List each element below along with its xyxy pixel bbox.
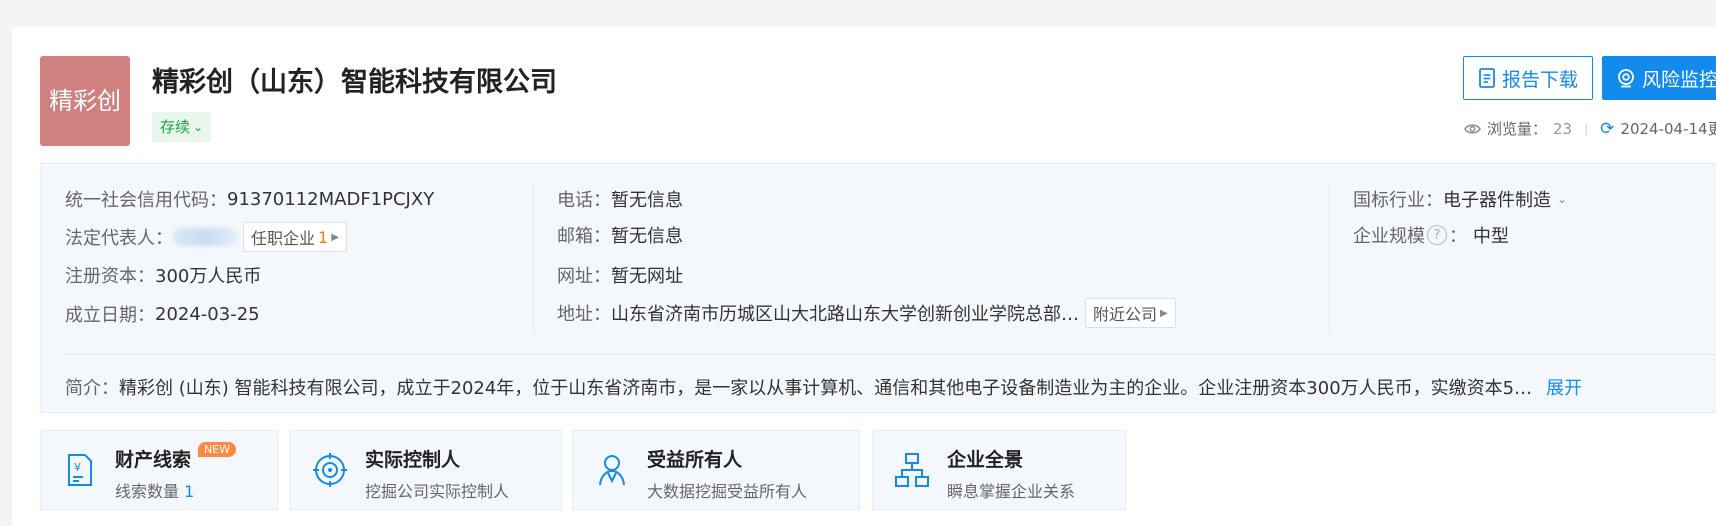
views-count: 23	[1553, 119, 1573, 138]
feature-title: 财产线索	[115, 449, 192, 471]
feature-sub-label: 线索数量	[115, 482, 180, 501]
new-badge: NEW	[198, 442, 237, 457]
intro-label: 简介：	[65, 378, 119, 399]
intro-divider	[65, 354, 1716, 355]
intro-row: 简介： 精彩创 (山东) 智能科技有限公司，成立于2024年，位于山东省济南市，…	[65, 374, 1582, 400]
phone-row: 电话： 暂无信息	[557, 186, 683, 212]
website-row: 网址： 暂无网址	[557, 262, 683, 288]
chevron-down-icon: ⌄	[1557, 192, 1568, 206]
caret-right-icon: ▶	[1160, 307, 1168, 319]
report-download-button[interactable]: 报告下载	[1463, 56, 1593, 100]
status-label: 存续	[160, 118, 191, 136]
credit-code-row: 统一社会信用代码： 91370112MADF1PCJXY	[65, 186, 434, 212]
industry-row[interactable]: 国标行业： 电子器件制造 ⌄	[1353, 186, 1567, 212]
eye-icon	[1464, 124, 1481, 133]
feature-title: 实际控制人	[365, 449, 461, 471]
risk-monitor-button[interactable]: 风险监控	[1602, 56, 1716, 100]
scale-label: 企业规模	[1353, 226, 1425, 247]
info-panel: 统一社会信用代码： 91370112MADF1PCJXY 法定代表人： 任职企业…	[40, 163, 1716, 413]
credit-code-value: 91370112MADF1PCJXY	[227, 188, 435, 210]
document-icon	[1479, 68, 1495, 88]
established-value: 2024-03-25	[155, 303, 260, 325]
nearby-companies-label: 附近公司	[1093, 305, 1158, 324]
feature-subtitle: 挖掘公司实际控制人	[365, 482, 510, 501]
report-download-label: 报告下载	[1501, 68, 1578, 91]
industry-value: 电子器件制造	[1443, 190, 1551, 211]
meta-separator: |	[1584, 121, 1589, 136]
help-icon[interactable]: ?	[1427, 225, 1447, 245]
legal-rep-companies-button[interactable]: 任职企业 1 ▶	[243, 222, 347, 252]
address-row: 地址： 山东省济南市历城区山大北路山东大学创新创业学院总部… 附近公司 ▶	[557, 298, 1176, 328]
feature-sub-count: 1	[184, 482, 195, 501]
feature-card-actual-controller[interactable]: 实际控制人 挖掘公司实际控制人	[290, 430, 562, 510]
industry-label: 国标行业：	[1353, 190, 1443, 211]
legal-rep-label: 法定代表人：	[65, 228, 173, 249]
caret-right-icon: ▶	[331, 231, 339, 243]
person-icon	[599, 455, 625, 486]
phone-label: 电话：	[557, 190, 611, 211]
reg-capital-label: 注册资本：	[65, 266, 155, 287]
address-value: 山东省济南市历城区山大北路山东大学创新创业学院总部…	[611, 304, 1079, 325]
feature-card-beneficial-owner[interactable]: 受益所有人 大数据挖掘受益所有人	[572, 430, 860, 510]
feature-subtitle: 线索数量 1	[115, 478, 194, 502]
website-label: 网址：	[557, 266, 611, 287]
status-badge[interactable]: 存续 ⌄	[152, 112, 212, 142]
feature-card-property-clue[interactable]: ¥ 财产线索 NEW 线索数量 1	[40, 430, 278, 510]
company-logo: 精彩创	[40, 56, 130, 146]
feature-title: 受益所有人	[647, 449, 743, 471]
intro-expand-link[interactable]: 展开	[1546, 374, 1582, 400]
property-clue-icon: ¥	[68, 454, 92, 486]
feature-subtitle: 大数据挖掘受益所有人	[647, 482, 808, 501]
refresh-icon[interactable]: ⟳	[1600, 119, 1614, 139]
legal-rep-tag-count: 1	[318, 227, 329, 247]
scale-row: 企业规模 ? ： 中型	[1353, 222, 1509, 248]
established-row: 成立日期： 2024-03-25	[65, 301, 260, 327]
company-name: 精彩创（山东）智能科技有限公司	[152, 67, 557, 98]
intro-text: 精彩创 (山东) 智能科技有限公司，成立于2024年，位于山东省济南市，是一家以…	[119, 378, 1533, 399]
feature-subtitle: 瞬息掌握企业关系	[947, 482, 1076, 501]
legal-rep-tag-label: 任职企业	[251, 229, 316, 248]
column-divider	[1329, 182, 1330, 332]
established-label: 成立日期：	[65, 305, 155, 326]
page-meta: 浏览量： 23 | ⟳ 2024-04-14更新	[1464, 118, 1716, 139]
reg-capital-value: 300万人民币	[155, 266, 262, 287]
chevron-down-icon: ⌄	[193, 120, 204, 134]
email-value: 暂无信息	[611, 226, 683, 247]
feature-title: 企业全景	[947, 449, 1024, 471]
column-divider	[533, 182, 534, 332]
org-chart-icon	[895, 453, 929, 487]
svg-text:¥: ¥	[74, 461, 81, 474]
target-icon	[313, 453, 347, 487]
legal-rep-name-blurred[interactable]	[173, 228, 237, 246]
risk-monitor-label: 风险监控	[1642, 68, 1716, 91]
reg-capital-row: 注册资本： 300万人民币	[65, 262, 261, 288]
updated-date: 2024-04-14更新	[1620, 120, 1716, 138]
scale-value: 中型	[1473, 226, 1509, 247]
legal-rep-row: 法定代表人： 任职企业 1 ▶	[65, 222, 347, 252]
camera-icon	[1618, 69, 1634, 88]
credit-code-label: 统一社会信用代码：	[65, 190, 227, 211]
email-row: 邮箱： 暂无信息	[557, 222, 683, 248]
nearby-companies-button[interactable]: 附近公司 ▶	[1085, 298, 1176, 328]
feature-card-enterprise-panorama[interactable]: 企业全景 瞬息掌握企业关系	[872, 430, 1126, 510]
scale-colon: ：	[1449, 226, 1467, 247]
address-label: 地址：	[557, 304, 611, 325]
views-label: 浏览量：	[1487, 120, 1548, 138]
website-value: 暂无网址	[611, 266, 683, 287]
email-label: 邮箱：	[557, 226, 611, 247]
phone-value: 暂无信息	[611, 190, 683, 211]
